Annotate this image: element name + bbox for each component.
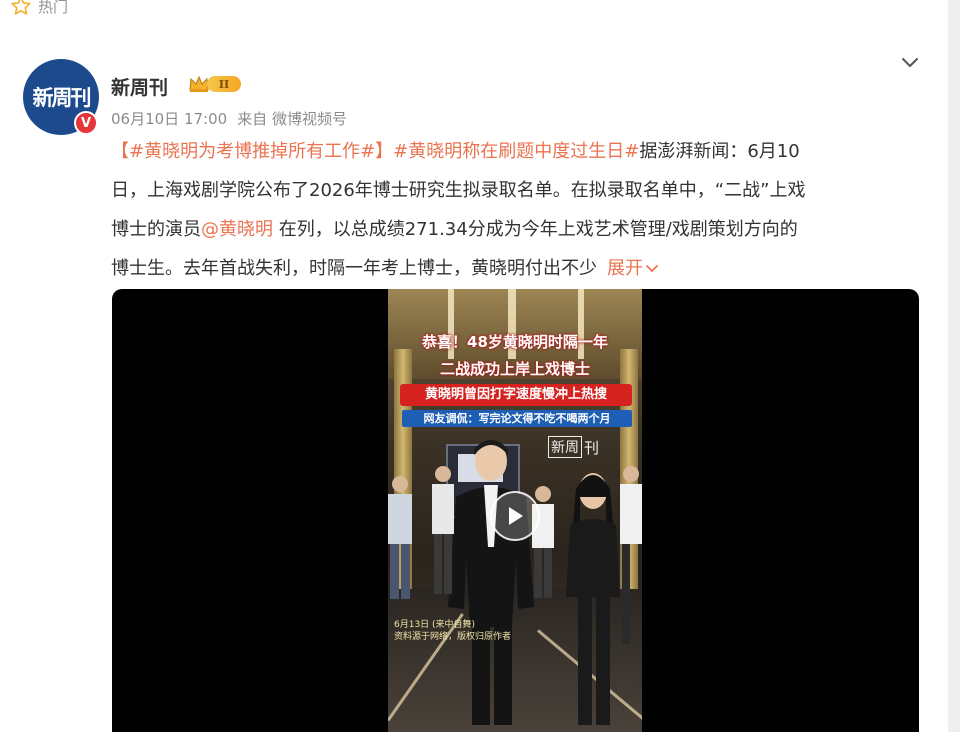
video-small-subtitle: 6月13日 (来中自舞) 资料源于网络，版权归原作者 [394, 619, 511, 643]
mention-link[interactable]: @黄晓明 [201, 219, 273, 240]
post-line-3: 博士的演员@黄晓明 在列，以总成绩271.34分成为今年上戏艺术管理/戏剧策划方… [111, 210, 911, 249]
video-watermark: 新周 刊 [548, 436, 599, 458]
weibo-post-card: 热门 新周刊 V 新周刊 II 06月10日 17:00 来自 微博视频号 【#… [0, 0, 948, 732]
bracket-close: 】 [375, 141, 394, 162]
hot-label: 热门 [38, 0, 69, 16]
level-number: II [207, 76, 241, 92]
watermark-text: 刊 [584, 438, 600, 457]
post-line-1: 【#黄晓明为考博推掉所有工作#】#黄晓明称在刷题中度过生日#据澎湃新闻：6月10 [111, 132, 911, 171]
post-line-3-after: 在列，以总成绩271.34分成为今年上戏艺术管理/戏剧策划方向的 [273, 219, 798, 240]
video-small-subtitle-2: 资料源于网络，版权归原作者 [394, 632, 512, 642]
expand-label: 展开 [607, 258, 643, 279]
post-line-1-text: 据澎湃新闻：6月10 [639, 141, 800, 162]
post-line-3-before: 博士的演员 [111, 219, 201, 240]
play-icon [509, 507, 523, 525]
video-caption-banner: 黄晓明曾因打字速度慢冲上热搜 [400, 384, 632, 406]
user-name[interactable]: 新周刊 [111, 73, 168, 100]
video-small-subtitle-1: 6月13日 (来中自舞) [394, 620, 476, 630]
post-meta: 06月10日 17:00 来自 微博视频号 [111, 108, 347, 129]
video-player[interactable]: 恭喜！48岁黄晓明时隔一年 二战成功上岸上戏博士 黄晓明曾因打字速度慢冲上热搜 … [112, 289, 919, 732]
post-line-2: 日，上海戏剧学院公布了2026年博士研究生拟录取名单。在拟录取名单中，“二战”上… [111, 180, 806, 201]
person-background [432, 466, 454, 594]
person-background [388, 476, 412, 599]
person-background [620, 466, 642, 644]
chevron-down-icon [646, 265, 658, 273]
post-line-4: 博士生。去年首战失利，时隔一年考上博士，黄晓明付出不少 展开 [111, 249, 911, 288]
post-text: 【#黄晓明为考博推掉所有工作#】#黄晓明称在刷题中度过生日#据澎湃新闻：6月10… [111, 132, 911, 288]
star-icon [10, 0, 32, 17]
verified-badge-icon: V [74, 111, 98, 135]
video-caption-note: 网友调侃：写完论文得不吃不喝两个月 [402, 410, 632, 427]
avatar-logo-text: 新周刊 [32, 85, 92, 110]
hashtag-link-2[interactable]: #黄晓明称在刷题中度过生日# [393, 141, 639, 162]
post-source[interactable]: 来自 微博视频号 [237, 108, 347, 129]
video-caption-subtitle: 二战成功上岸上戏博士 [439, 360, 590, 378]
chevron-down-icon[interactable] [899, 55, 921, 71]
video-frame: 恭喜！48岁黄晓明时隔一年 二战成功上岸上戏博士 黄晓明曾因打字速度慢冲上热搜 … [388, 289, 642, 732]
page-scroll-gutter [948, 0, 960, 732]
post-line-4-text: 博士生。去年首战失利，时隔一年考上博士，黄晓明付出不少 [111, 258, 597, 279]
member-level-badge[interactable]: II [187, 73, 244, 95]
bracket-open: 【 [111, 141, 129, 162]
expand-link[interactable]: 展开 [607, 258, 659, 279]
watermark-box-text: 新周 [548, 436, 582, 458]
hashtag-link-1[interactable]: #黄晓明为考博推掉所有工作# [129, 141, 375, 162]
video-caption-title: 恭喜！48岁黄晓明时隔一年 [422, 333, 608, 351]
hot-section-header: 热门 [10, 0, 68, 18]
play-button[interactable] [490, 491, 540, 541]
post-time[interactable]: 06月10日 17:00 [111, 108, 227, 129]
